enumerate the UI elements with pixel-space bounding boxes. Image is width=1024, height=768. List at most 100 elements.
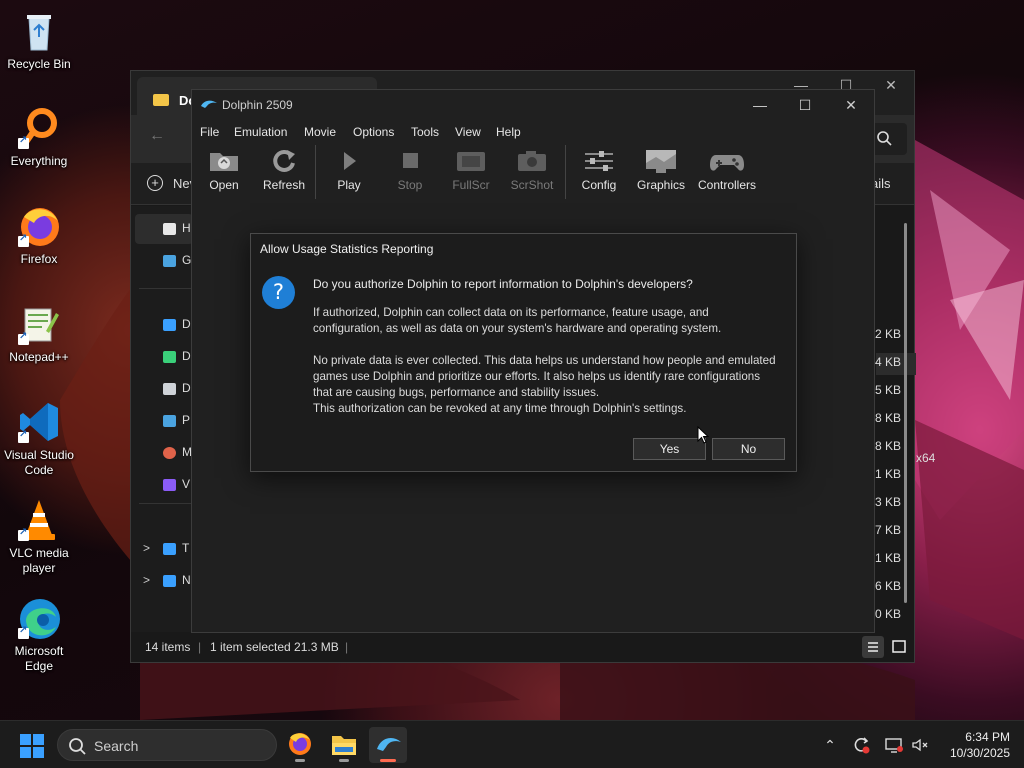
mouse-cursor-icon (697, 426, 710, 444)
file-explorer-icon (332, 736, 356, 755)
toolbar-config-button[interactable]: Config (578, 147, 620, 199)
dialog-text-line: No private data is ever collected. This … (313, 354, 776, 367)
desktop-icon-everything[interactable]: Everything (0, 105, 78, 169)
taskbar: Search ⌃ 6:34 PM 10/30/2025 (0, 720, 1024, 768)
taskbar-app-firefox[interactable] (281, 727, 319, 763)
desktop-icon-recycle-bin[interactable]: Recycle Bin (0, 8, 78, 72)
toolbar-label: Open (209, 178, 239, 192)
dialog-paragraph-1: If authorized, Dolphin can collect data … (313, 305, 789, 337)
vscode-icon (16, 399, 62, 445)
taskbar-search-label: Search (94, 738, 139, 754)
yes-button[interactable]: Yes (633, 438, 706, 460)
this-pc-icon (163, 542, 176, 555)
dialog-text-line: games use Dolphin and prioritize our eff… (313, 370, 761, 383)
shortcut-arrow-icon (18, 331, 29, 345)
screenshot-camera-icon (515, 147, 549, 175)
close-icon[interactable]: ✕ (828, 94, 874, 116)
dolphin-logo-icon (201, 100, 217, 108)
sidebar-item-label: G (182, 253, 192, 267)
desktop-icon-vlc[interactable]: VLC media player (0, 497, 78, 576)
desktop-icon-label: Notepad++ (9, 350, 69, 364)
desktop-icon-label: VLC media player (9, 546, 69, 575)
dolphin-titlebar[interactable]: Dolphin 2509 — ☐ ✕ (192, 90, 874, 120)
sidebar-item-label: V (182, 477, 191, 491)
downloads-icon (163, 350, 176, 363)
back-arrow-icon[interactable]: ← (149, 127, 165, 145)
plus-circle-icon: + (147, 175, 163, 191)
volume-muted-icon[interactable] (910, 735, 930, 755)
dialog-paragraph-2: No private data is ever collected. This … (313, 353, 789, 417)
toolbar-play-button[interactable]: Play (329, 147, 369, 199)
menu-options[interactable]: Options (353, 125, 394, 139)
toolbar-stop-button[interactable]: Stop (390, 147, 430, 199)
sync-alert-icon[interactable] (851, 735, 871, 755)
minimize-icon[interactable]: — (737, 94, 783, 116)
dolphin-toolbar: Open Refresh Play Stop FullScr ScrShot C… (192, 145, 874, 201)
windows-start-icon[interactable] (20, 734, 44, 758)
desktop-icon-vscode[interactable]: Visual Studio Code (0, 399, 78, 478)
menu-file[interactable]: File (200, 125, 219, 139)
edge-icon (16, 595, 62, 641)
shortcut-arrow-icon (18, 429, 29, 443)
chevron-right-icon[interactable]: > (143, 541, 150, 555)
dialog-text-line: configuration, as well as data on your s… (313, 322, 722, 335)
taskbar-search-box[interactable]: Search (57, 729, 277, 761)
firefox-icon (289, 733, 311, 755)
toolbar-open-button[interactable]: Open (204, 147, 244, 199)
open-folder-icon (207, 147, 241, 175)
sidebar-divider (139, 503, 199, 504)
taskbar-app-file-explorer[interactable] (325, 727, 363, 763)
shortcut-arrow-icon (18, 527, 29, 541)
graphics-monitor-icon (644, 147, 678, 175)
toolbar-label: ScrShot (510, 178, 554, 192)
videos-icon (163, 478, 176, 491)
file-size: 6 KB (874, 579, 901, 593)
chevron-right-icon[interactable]: > (143, 573, 150, 587)
toolbar-screenshot-button[interactable]: ScrShot (508, 147, 556, 199)
desktop-icon-label: Firefox (20, 252, 58, 266)
desktop-icon-label: Recycle Bin (7, 57, 71, 71)
menu-help[interactable]: Help (496, 125, 521, 139)
documents-icon (163, 382, 176, 395)
menu-tools[interactable]: Tools (411, 125, 439, 139)
toolbar-separator (565, 145, 566, 199)
toolbar-refresh-button[interactable]: Refresh (262, 147, 306, 199)
maximize-icon[interactable]: ☐ (782, 94, 828, 116)
details-view-icon[interactable] (862, 636, 884, 658)
menu-view[interactable]: View (455, 125, 481, 139)
notepad-plus-plus-icon (16, 301, 62, 347)
no-button[interactable]: No (712, 438, 785, 460)
toolbar-label: FullScr (452, 178, 490, 192)
clock-time: 6:34 PM (965, 730, 1010, 744)
desktop-icon-edge[interactable]: Microsoft Edge (0, 595, 78, 674)
file-size: 8 KB (874, 411, 901, 425)
file-size: 0 KB (874, 607, 901, 621)
file-size: 3 KB (874, 495, 901, 509)
dialog-title: Allow Usage Statistics Reporting (260, 242, 434, 256)
taskbar-clock[interactable]: 6:34 PM 10/30/2025 (940, 729, 1010, 761)
status-item-count: 14 items (145, 640, 191, 654)
toolbar-label: Play (337, 178, 361, 192)
desktop-icon-firefox[interactable]: Firefox (0, 203, 78, 267)
display-icon[interactable] (884, 735, 904, 755)
pictures-icon (163, 414, 176, 427)
menu-emulation[interactable]: Emulation (234, 125, 287, 139)
toolbar-label: Stop (397, 178, 423, 192)
tiles-view-icon[interactable] (888, 636, 910, 658)
active-indicator (380, 759, 396, 762)
file-size: 2 KB (874, 327, 901, 341)
toolbar-graphics-button[interactable]: Graphics (636, 147, 686, 199)
desktop-icon-label: Visual Studio Code (4, 448, 74, 477)
usage-statistics-dialog[interactable]: Allow Usage Statistics Reporting ? Do yo… (250, 233, 797, 472)
file-size: 4 KB (874, 355, 901, 369)
menu-movie[interactable]: Movie (304, 125, 336, 139)
explorer-close-icon[interactable]: ✕ (871, 77, 911, 97)
chevron-up-icon[interactable]: ⌃ (820, 735, 840, 755)
toolbar-fullscreen-button[interactable]: FullScr (448, 147, 494, 199)
toolbar-controllers-button[interactable]: Controllers (696, 147, 758, 199)
taskbar-app-dolphin[interactable] (369, 727, 407, 763)
explorer-scrollbar[interactable] (904, 223, 907, 603)
desktop-icon-notepad-plus-plus[interactable]: Notepad++ (0, 301, 78, 365)
dialog-text-line: This authorization can be revoked at any… (313, 402, 687, 415)
dialog-text-line: that are causing bugs, performance and s… (313, 386, 600, 399)
